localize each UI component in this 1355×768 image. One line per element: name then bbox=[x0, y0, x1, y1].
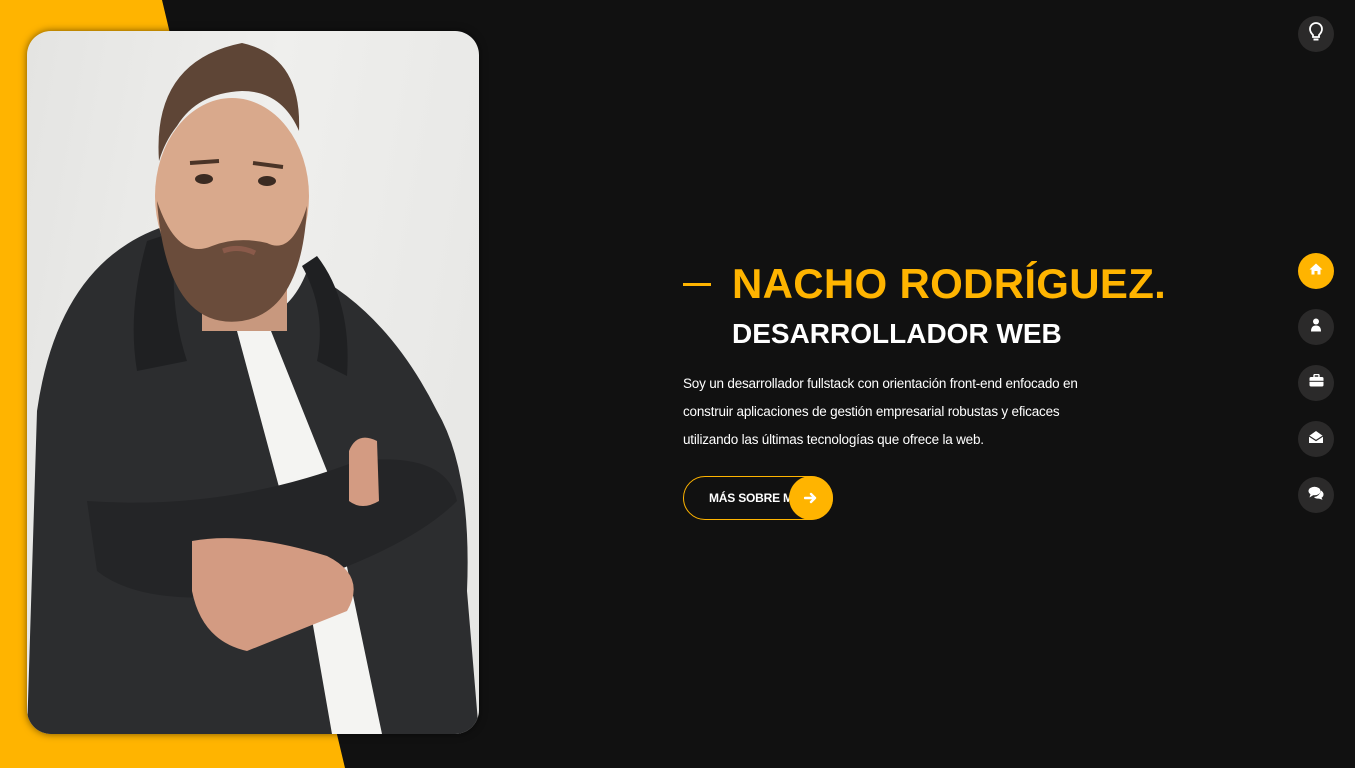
arrow-right-icon bbox=[789, 476, 833, 520]
envelope-open-icon bbox=[1308, 430, 1324, 449]
nav-portfolio-button[interactable] bbox=[1298, 365, 1334, 401]
briefcase-icon bbox=[1309, 373, 1324, 392]
hero-name: NACHO RODRÍGUEZ. bbox=[732, 260, 1167, 307]
accent-dash bbox=[683, 283, 711, 286]
lightbulb-icon bbox=[1307, 21, 1325, 48]
theme-toggle-button[interactable] bbox=[1298, 16, 1334, 52]
comments-icon bbox=[1308, 486, 1324, 505]
hero-bio: Soy un desarrollador fullstack con orien… bbox=[683, 376, 1078, 447]
nav-about-button[interactable] bbox=[1298, 309, 1334, 345]
profile-portrait-illustration bbox=[27, 43, 479, 734]
more-about-me-label: MÁS SOBRE MI bbox=[709, 491, 796, 505]
nav-home-button[interactable] bbox=[1298, 253, 1334, 289]
profile-photo bbox=[27, 31, 479, 734]
home-icon bbox=[1309, 262, 1323, 280]
hero-role: DESARROLLADOR WEB bbox=[732, 318, 1062, 349]
nav-blog-button[interactable] bbox=[1298, 477, 1334, 513]
user-icon bbox=[1310, 318, 1322, 337]
nav-contact-button[interactable] bbox=[1298, 421, 1334, 457]
more-about-me-button[interactable]: MÁS SOBRE MI bbox=[683, 476, 833, 520]
